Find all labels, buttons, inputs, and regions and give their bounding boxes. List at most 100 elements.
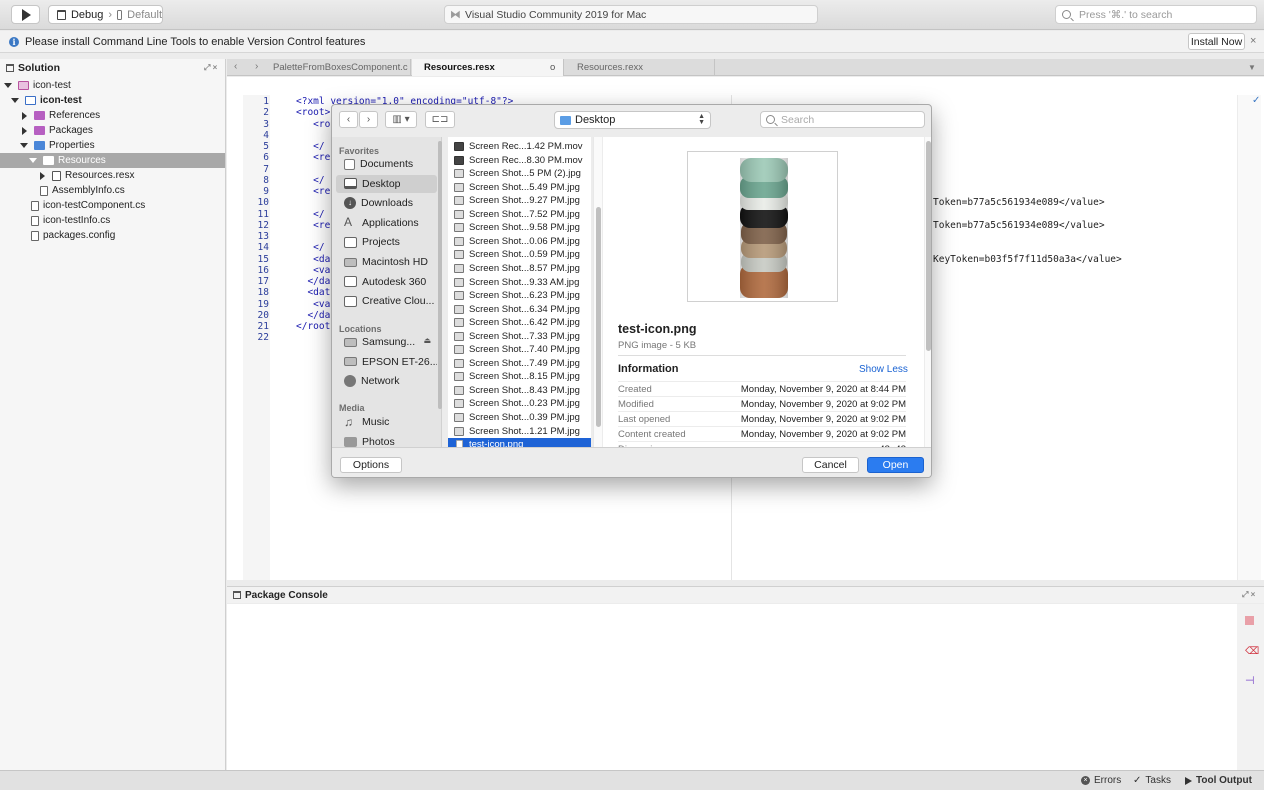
sidebar-scrollbar[interactable] [438,141,442,409]
file-list-item[interactable]: Screen Shot...0.59 PM.jpg [448,248,591,261]
file-list-scroll-thumb[interactable] [596,207,601,427]
package-console-title: Package Console [245,589,328,601]
package-console-output[interactable] [227,604,1237,770]
music-icon: ♫ [344,414,353,429]
back-button[interactable]: ‹ [339,111,358,128]
tool-output-button[interactable]: Tool Output [1185,775,1252,786]
show-less-link[interactable]: Show Less [859,364,908,375]
editor-overview-ruler[interactable]: ✓ [1237,95,1261,580]
console-icon [233,591,241,599]
close-icon[interactable]: × [1250,35,1256,47]
sidebar-item-network[interactable]: Network [336,372,437,390]
sidebar-item-epson-et-26[interactable]: EPSON ET-26... [336,353,437,371]
tree-item[interactable]: Packages [0,123,225,138]
view-mode-button[interactable]: ▥ ▾ [385,111,417,128]
sidebar-item-samsung[interactable]: Samsung... ⏏ [336,333,437,351]
tree-item[interactable]: icon-testInfo.cs [0,213,225,228]
cancel-button[interactable]: Cancel [802,457,859,473]
sidebar-item-autodesk-360[interactable]: Autodesk 360 [336,273,437,291]
file-list-item[interactable]: Screen Shot...7.49 PM.jpg [448,357,591,370]
file-list-item[interactable]: Screen Shot...0.39 PM.jpg [448,411,591,424]
file-list-item[interactable]: Screen Shot...5.49 PM.jpg [448,181,591,194]
file-list[interactable]: Screen Rec...1.42 PM.mov Screen Rec...8.3… [448,137,591,452]
tree-item[interactable]: icon-testComponent.cs [0,198,225,213]
pad-controls-icon[interactable]: ⤢ × [204,63,217,73]
file-list-item[interactable]: Screen Shot...8.15 PM.jpg [448,370,591,383]
file-list-item[interactable]: Screen Shot...9.27 PM.jpg [448,194,591,207]
new-folder-button[interactable]: ⊏⊐ [425,111,455,128]
open-button[interactable]: Open [867,457,924,473]
file-list-item[interactable]: Screen Shot...0.23 PM.jpg [448,397,591,410]
disclosure-open-icon[interactable] [4,83,12,88]
file-list-item[interactable]: Screen Shot...5 PM (2).jpg [448,167,591,180]
disclosure-closed-icon[interactable] [22,126,27,135]
disclosure-open-icon[interactable] [20,143,28,148]
file-list-item[interactable]: Screen Rec...1.42 PM.mov [448,140,591,153]
file-list-item[interactable]: Screen Shot...0.06 PM.jpg [448,235,591,248]
file-list-item[interactable]: Screen Shot...7.33 PM.jpg [448,330,591,343]
disclosure-open-icon[interactable] [29,158,37,163]
disclosure-closed-icon[interactable] [22,111,27,120]
sidebar-item-downloads[interactable]: ↓ Downloads [336,194,437,212]
global-search-input[interactable]: Press '⌘.' to search [1055,5,1257,24]
run-button[interactable] [11,5,40,24]
location-popup[interactable]: Desktop ▲ ▼ [554,111,711,129]
sidebar-item-desktop[interactable]: Desktop [336,174,437,193]
file-list-scrollbar[interactable] [593,137,602,447]
file-list-item[interactable]: Screen Shot...8.43 PM.jpg [448,384,591,397]
output-icon [1185,776,1192,785]
tab-resources-resx[interactable]: Resources.resx o [412,59,564,76]
tree-item[interactable]: Resources.resx [0,168,225,183]
sidebar-item-projects[interactable]: Projects [336,233,437,251]
sidebar-item-creative-clou[interactable]: Creative Clou... [336,292,437,310]
disclosure-open-icon[interactable] [11,98,19,103]
file-list-item[interactable]: Screen Shot...6.42 PM.jpg [448,316,591,329]
install-now-button[interactable]: Install Now [1188,33,1245,50]
image-file-icon [454,331,464,341]
disclosure-closed-icon[interactable] [40,171,45,180]
stop-icon[interactable] [1245,616,1254,625]
chevron-right-icon: › [366,114,371,125]
dialog-search-input[interactable]: Search [760,111,925,128]
file-list-item[interactable]: Screen Shot...1.21 PM.jpg [448,425,591,438]
errors-button[interactable]: × Errors [1081,775,1121,786]
tasks-button[interactable]: ✓ Tasks [1133,775,1171,786]
pin-icon[interactable]: ⊣ [1245,674,1255,687]
tree-item[interactable]: Resources [0,153,225,168]
tab-palette-component[interactable]: PaletteFromBoxesComponent.c [261,59,411,76]
tree-item[interactable]: packages.config [0,228,225,243]
printer-icon [344,357,357,367]
configuration-selector[interactable]: Debug › Default [48,5,163,24]
sidebar-item-macintosh-hd[interactable]: Macintosh HD [336,253,437,271]
console-controls-icon[interactable]: ⤢ × [1242,590,1255,600]
clear-icon[interactable]: ⌫ [1245,646,1259,657]
file-list-item[interactable]: Screen Shot...6.23 PM.jpg [448,289,591,302]
tree-item[interactable]: Properties [0,138,225,153]
file-list-item[interactable]: Screen Shot...8.57 PM.jpg [448,262,591,275]
eject-icon[interactable]: ⏏ [423,336,431,345]
tab-forward-icon[interactable]: › [255,61,258,72]
preview-scrollbar[interactable] [925,137,931,447]
tree-item[interactable]: icon-test [0,78,225,93]
file-list-item[interactable]: Screen Shot...7.52 PM.jpg [448,208,591,221]
tab-back-icon[interactable]: ‹ [234,61,237,72]
sidebar-item-applications[interactable]: A Applications [336,214,437,232]
tab-modified-icon[interactable]: o [550,62,555,73]
tab-overflow-chevron-icon[interactable]: ▼ [1248,63,1256,72]
tree-item[interactable]: AssemblyInfo.cs [0,183,225,198]
sidebar-item-music[interactable]: ♫ Music [336,413,437,431]
file-list-item[interactable]: Screen Shot...9.58 PM.jpg [448,221,591,234]
file-list-item[interactable]: Screen Rec...8.30 PM.mov [448,154,591,167]
sidebar-item-documents[interactable]: Documents [336,155,437,173]
tab-resources-rexx[interactable]: Resources.rexx [565,59,715,76]
file-list-item[interactable]: Screen Shot...9.33 AM.jpg [448,276,591,289]
image-file-icon [454,250,464,260]
preview-scroll-thumb[interactable] [926,141,931,351]
metadata-row: Modified Monday, November 9, 2020 at 9:02… [618,396,906,411]
forward-button[interactable]: › [359,111,378,128]
tree-item[interactable]: References [0,108,225,123]
file-list-item[interactable]: Screen Shot...6.34 PM.jpg [448,303,591,316]
tree-item[interactable]: icon-test [0,93,225,108]
options-button[interactable]: Options [340,457,402,473]
file-list-item[interactable]: Screen Shot...7.40 PM.jpg [448,343,591,356]
